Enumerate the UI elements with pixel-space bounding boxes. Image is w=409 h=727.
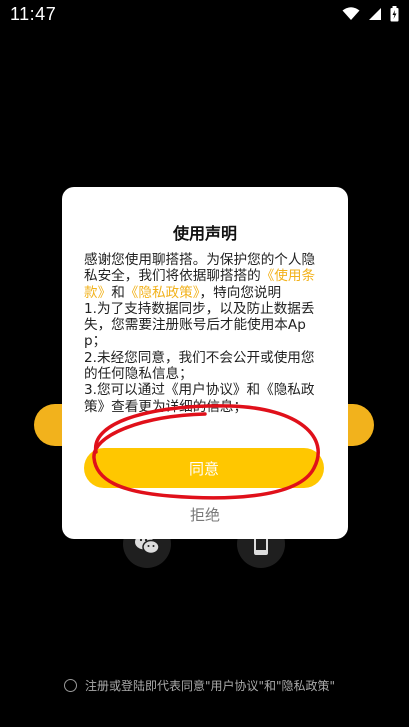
status-icons xyxy=(342,6,399,22)
dialog-point-3: 3.您可以通过《用户协议》和《隐私政策》查看更为详细的信息； xyxy=(84,382,315,415)
consent-radio[interactable] xyxy=(64,679,77,692)
dialog-body: 感谢您使用聊搭搭。为保护您的个人隐私安全，我们将依据聊搭搭的《使用条款》和《隐私… xyxy=(84,252,328,415)
battery-icon xyxy=(390,6,399,22)
privacy-link[interactable]: 《隐私政策》 xyxy=(125,285,200,301)
dialog-point-2: 2.未经您同意，我们不会公开或使用您的任何隐私信息； xyxy=(84,349,315,383)
dialog-title: 使用声明 xyxy=(172,224,237,243)
status-time: 11:47 xyxy=(10,4,57,24)
status-bar: 11:47 xyxy=(0,0,409,30)
intro-suffix: ，特向您说明 xyxy=(199,284,282,301)
intro-and: 和 xyxy=(111,284,125,301)
dialog-point-1: 1.为了支持数据同步，以及防止数据丢失，您需要注册账号后才能使用本App； xyxy=(84,300,315,350)
dialog-intro: 感谢您使用聊搭搭。为保护您的个人隐私安全，我们将依据聊搭搭的《使用条款》和《隐私… xyxy=(84,252,328,301)
agree-button[interactable]: 同意 xyxy=(84,448,324,488)
usage-statement-dialog: 使用声明 感谢您使用聊搭搭。为保护您的个人隐私安全，我们将依据聊搭搭的《使用条款… xyxy=(62,187,348,539)
signal-icon xyxy=(369,8,381,20)
reject-button[interactable]: 拒绝 xyxy=(62,504,348,525)
consent-text: 注册或登陆即代表同意"用户协议"和"隐私政策" xyxy=(85,679,336,693)
consent-row: 注册或登陆即代表同意"用户协议"和"隐私政策" xyxy=(64,677,335,694)
wifi-icon xyxy=(342,7,360,20)
